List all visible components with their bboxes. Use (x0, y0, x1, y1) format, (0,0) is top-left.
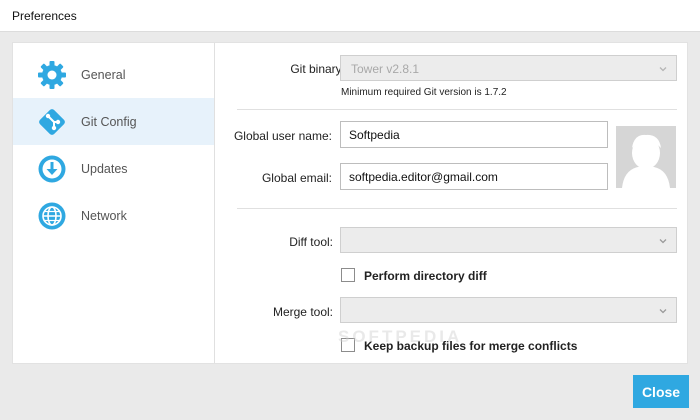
chevron-down-icon (659, 239, 667, 244)
diff-tool-label: Diff tool: (289, 235, 333, 249)
diff-tool-select[interactable] (340, 227, 677, 253)
merge-tool-label: Merge tool: (272, 305, 333, 319)
close-button[interactable]: Close (633, 375, 689, 408)
git-binary-select[interactable]: Tower v2.8.1 (340, 55, 677, 81)
merge-tool-select[interactable] (340, 297, 677, 323)
window-title: Preferences (12, 9, 77, 23)
gear-icon (37, 60, 67, 90)
avatar (616, 126, 676, 188)
sidebar: General Git Config Updates Network (13, 43, 215, 363)
watermark: SOFTPEDIA (338, 327, 463, 346)
sidebar-item-label: General (81, 67, 126, 82)
preferences-panel: General Git Config Updates Network Git b… (12, 42, 688, 364)
chevron-down-icon (659, 67, 667, 72)
title-bar: Preferences (0, 0, 700, 32)
email-input[interactable] (341, 164, 607, 189)
email-label: Global email: (261, 171, 332, 185)
sidebar-item-network[interactable]: Network (13, 192, 214, 239)
sidebar-item-label: Git Config (81, 114, 137, 129)
sidebar-item-general[interactable]: General (13, 51, 214, 98)
user-name-field[interactable] (340, 121, 608, 148)
sidebar-item-git-config[interactable]: Git Config (13, 98, 214, 145)
git-version-hint: Minimum required Git version is 1.7.2 (341, 87, 507, 98)
git-icon (37, 107, 67, 137)
perform-directory-diff-label: Perform directory diff (364, 269, 487, 283)
chevron-down-icon (659, 309, 667, 314)
git-binary-label: Git binary: (290, 62, 345, 76)
sidebar-item-label: Network (81, 208, 127, 223)
section-divider (237, 109, 677, 110)
perform-directory-diff-checkbox[interactable] (341, 268, 355, 282)
sidebar-item-updates[interactable]: Updates (13, 145, 214, 192)
email-field[interactable] (340, 163, 608, 190)
user-silhouette-icon (616, 126, 676, 188)
user-name-label: Global user name: (233, 129, 332, 143)
git-binary-value: Tower v2.8.1 (351, 62, 420, 76)
section-divider (237, 208, 677, 209)
user-name-input[interactable] (341, 122, 607, 147)
download-icon (37, 154, 67, 184)
sidebar-item-label: Updates (81, 161, 128, 176)
globe-icon (37, 201, 67, 231)
